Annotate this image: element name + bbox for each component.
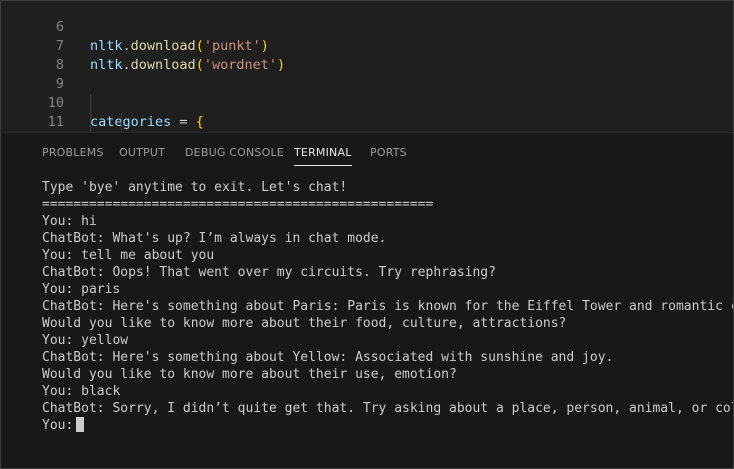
terminal-line: You: hi: [42, 214, 97, 229]
vscode-window: 6 nltk.download('punkt') 7 nltk.download…: [0, 0, 734, 469]
code-editor[interactable]: 6 nltk.download('punkt') 7 nltk.download…: [1, 1, 733, 132]
terminal-line: You: paris: [42, 282, 121, 297]
terminal-cursor: [76, 417, 85, 432]
terminal-prompt-line[interactable]: You:: [42, 417, 723, 434]
terminal-line: ChatBot: Oops! That went over my circuit…: [42, 265, 496, 280]
indent-guide: [121, 113, 122, 132]
terminal-line: Type 'bye' anytime to exit. Let's chat!: [42, 180, 348, 195]
code-line: 7 nltk.download('wordnet'): [1, 18, 733, 73]
terminal-line: ========================================…: [42, 197, 434, 212]
terminal-line: ChatBot: What's up? I’m always in chat m…: [42, 231, 387, 246]
tab-output[interactable]: OUTPUT: [119, 146, 165, 160]
terminal-line: Would you like to know more about their …: [42, 316, 567, 331]
terminal-output[interactable]: Type 'bye' anytime to exit. Let's chat! …: [42, 179, 734, 434]
indent-guide: [90, 94, 91, 113]
code-line: 6 nltk.download('punkt'): [1, 1, 733, 54]
terminal-line: ChatBot: Sorry, I didn’t quite get that.…: [42, 401, 734, 416]
tab-ports[interactable]: PORTS: [370, 146, 407, 160]
code-line: 8: [1, 37, 733, 73]
panel-tabs: PROBLEMS OUTPUT DEBUG CONSOLE TERMINAL P…: [1, 133, 733, 167]
tab-debug-console[interactable]: DEBUG CONSOLE: [185, 146, 284, 160]
terminal-line: Would you like to know more about their …: [42, 367, 457, 382]
tab-terminal[interactable]: TERMINAL: [294, 146, 352, 166]
terminal-line: You: yellow: [42, 333, 129, 348]
code-line: 12 "Rome": {: [1, 113, 733, 132]
terminal-prompt: You:: [42, 418, 74, 433]
terminal-line: You: tell me about you: [42, 248, 215, 263]
indent-guide: [90, 113, 91, 132]
code-line: 10 categories = {: [1, 75, 733, 130]
tab-problems[interactable]: PROBLEMS: [42, 146, 104, 160]
code-line: 11 "famous places": {: [1, 94, 733, 130]
terminal-line: ChatBot: Here's something about Paris: P…: [42, 299, 734, 314]
bottom-panel: PROBLEMS OUTPUT DEBUG CONSOLE TERMINAL P…: [1, 132, 734, 468]
code-line: 9: [1, 56, 733, 92]
terminal-line: ChatBot: Here's something about Yellow: …: [42, 350, 614, 365]
terminal-line: You: black: [42, 384, 121, 399]
